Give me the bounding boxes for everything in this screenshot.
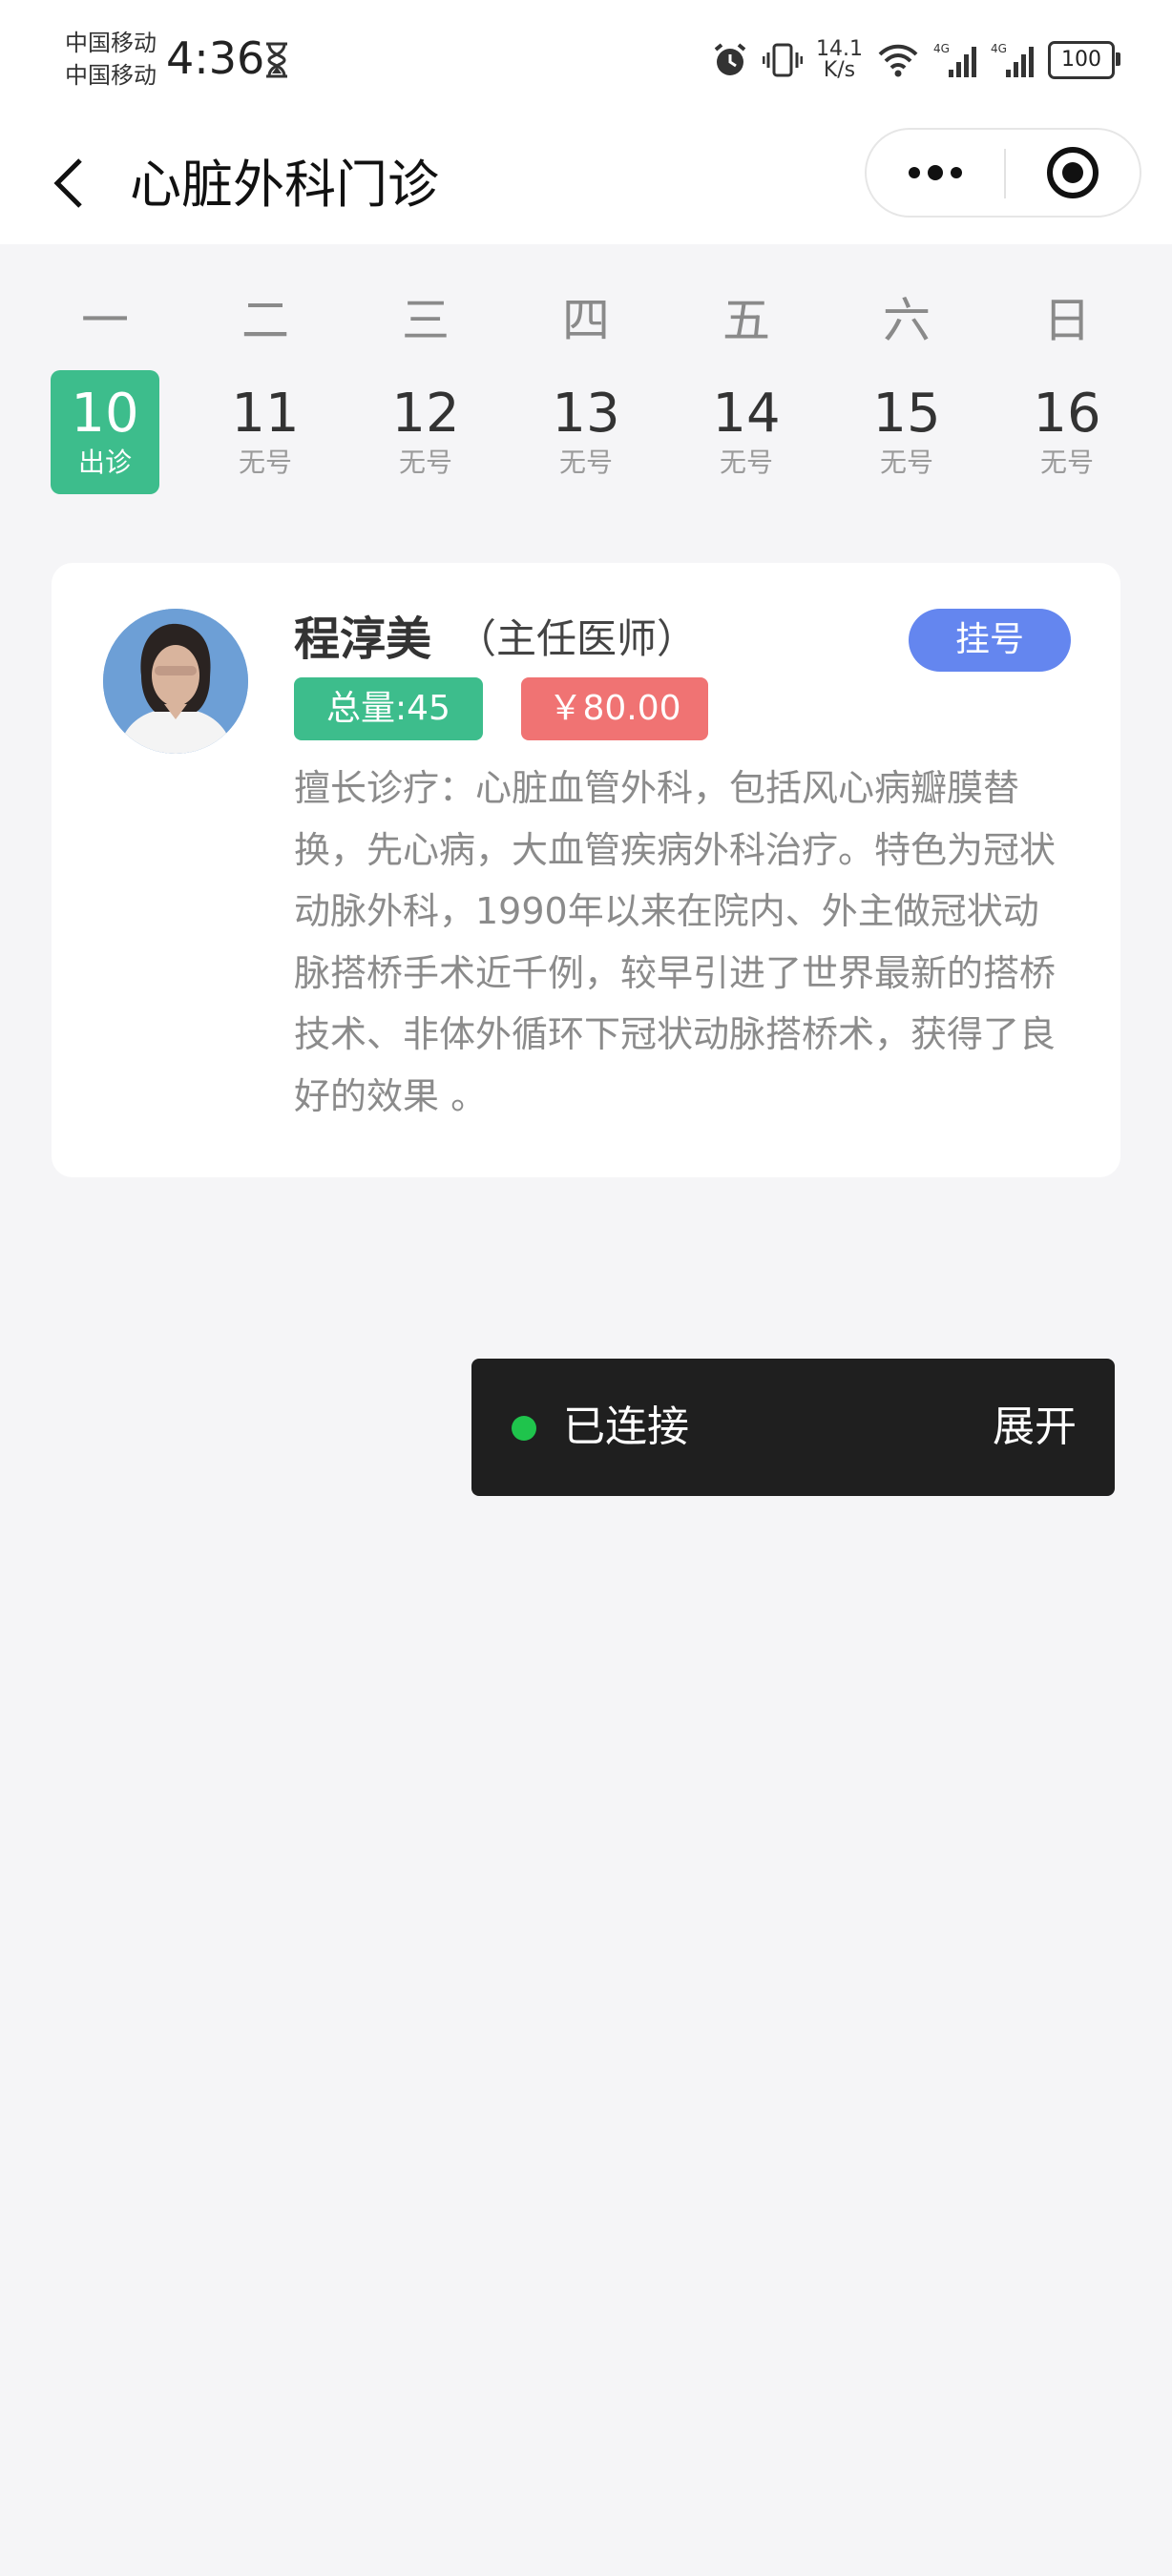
back-button[interactable]: [42, 149, 95, 218]
alarm-icon: [714, 43, 746, 75]
date-item-box[interactable]: 13 无号: [532, 370, 640, 494]
net-speed-unit: K/s: [823, 58, 856, 82]
date-status: 无号: [879, 447, 933, 478]
status-bar: 中国移动 中国移动 4:36 14.1 K/s 4G 4G 100: [0, 0, 1172, 126]
date-item-box[interactable]: 15 无号: [852, 370, 961, 494]
doctor-photo-icon: [103, 609, 248, 754]
svg-text:4G: 4G: [933, 42, 950, 55]
date-status: 出诊: [77, 447, 132, 478]
nav-bar: 心脏外科门诊: [0, 126, 1172, 244]
system-icons: 14.1 K/s 4G 4G 100: [711, 36, 1120, 84]
connection-status-toast: 已连接 展开: [471, 1359, 1115, 1496]
date-item[interactable]: 14 无号: [666, 370, 827, 494]
net-speed-value: 14.1: [816, 37, 863, 61]
status-time: 4:36: [166, 32, 265, 84]
date-item-box[interactable]: 11 无号: [211, 370, 320, 494]
date-number: 11: [231, 383, 300, 445]
doctor-specialty: 擅长诊疗：心脏血管外科，包括风心病瓣膜替换，先心病，大血管疾病外科治疗。特色为冠…: [294, 767, 1057, 1117]
date-item[interactable]: 12 无号: [345, 370, 506, 494]
date-status: 无号: [398, 447, 452, 478]
expand-button[interactable]: 展开: [993, 1402, 1077, 1452]
doctor-name: 程淳美: [294, 613, 432, 666]
more-button[interactable]: [867, 130, 1004, 216]
carrier-1: 中国移动: [65, 30, 157, 56]
doctor-card: 程淳美 （主任医师） 挂号 总量:45 ￥80.00 擅长诊疗：心脏血管外科，包…: [52, 563, 1120, 1177]
carrier-info: 中国移动 中国移动: [65, 27, 157, 92]
date-number: 16: [1033, 383, 1101, 445]
date-number: 15: [872, 383, 941, 445]
hourglass-icon: [266, 42, 287, 78]
chevron-left-icon: [53, 158, 82, 208]
battery-level: 100: [1061, 48, 1101, 72]
date-item[interactable]: 13 无号: [506, 370, 666, 494]
battery-icon: 100: [1048, 41, 1120, 79]
date-status: 无号: [719, 447, 773, 478]
net-speed: 14.1 K/s: [816, 39, 863, 81]
weekday-label: 日: [1043, 293, 1091, 348]
wifi-icon: [878, 44, 918, 77]
weekday-header: 一 二 三 四 五 六 日: [0, 282, 1172, 351]
page-title: 心脏外科门诊: [130, 155, 439, 215]
weekday-label: 二: [241, 293, 289, 348]
signal-4g-icon: 4G: [991, 42, 1034, 77]
weekday-label: 一: [81, 293, 129, 348]
doctor-title: （主任医师）: [456, 615, 698, 662]
date-status: 无号: [1039, 447, 1094, 478]
date-status: 无号: [238, 447, 292, 478]
date-item-box[interactable]: 12 无号: [371, 370, 480, 494]
date-number: 12: [391, 383, 460, 445]
weekday-label: 四: [562, 293, 610, 348]
date-item[interactable]: 15 无号: [827, 370, 987, 494]
date-number: 14: [712, 383, 781, 445]
register-button[interactable]: 挂号: [909, 609, 1071, 672]
close-miniprogram-button[interactable]: [1006, 130, 1140, 216]
date-item[interactable]: 10 出诊: [25, 370, 185, 494]
weekday-label: 六: [883, 293, 931, 348]
date-item-box[interactable]: 14 无号: [692, 370, 801, 494]
svg-text:4G: 4G: [991, 42, 1007, 55]
vibrate-icon: [763, 43, 804, 77]
target-circle-icon: [1047, 147, 1099, 198]
date-item-selected[interactable]: 10 出诊: [51, 370, 159, 494]
avatar: [103, 609, 248, 754]
signal-4g-icon: 4G: [933, 42, 976, 77]
date-number: 13: [552, 383, 620, 445]
total-quota-badge: 总量:45: [294, 677, 483, 740]
date-item-box[interactable]: 16 无号: [1013, 370, 1121, 494]
date-number: 10: [71, 383, 139, 445]
date-selector: 10 出诊 11 无号 12 无号 13 无号 14 无号 15 无号 16 无…: [0, 370, 1172, 494]
date-status: 无号: [558, 447, 613, 478]
more-dots-icon: [909, 165, 962, 180]
date-item[interactable]: 11 无号: [185, 370, 345, 494]
carrier-2: 中国移动: [65, 62, 157, 89]
date-item[interactable]: 16 无号: [987, 370, 1147, 494]
connection-status-text: 已连接: [563, 1402, 689, 1451]
weekday-label: 五: [722, 293, 770, 348]
weekday-label: 三: [402, 293, 450, 348]
connected-dot-icon: [512, 1416, 536, 1441]
miniprogram-capsule: [865, 128, 1141, 218]
price-badge: ￥80.00: [521, 677, 708, 740]
